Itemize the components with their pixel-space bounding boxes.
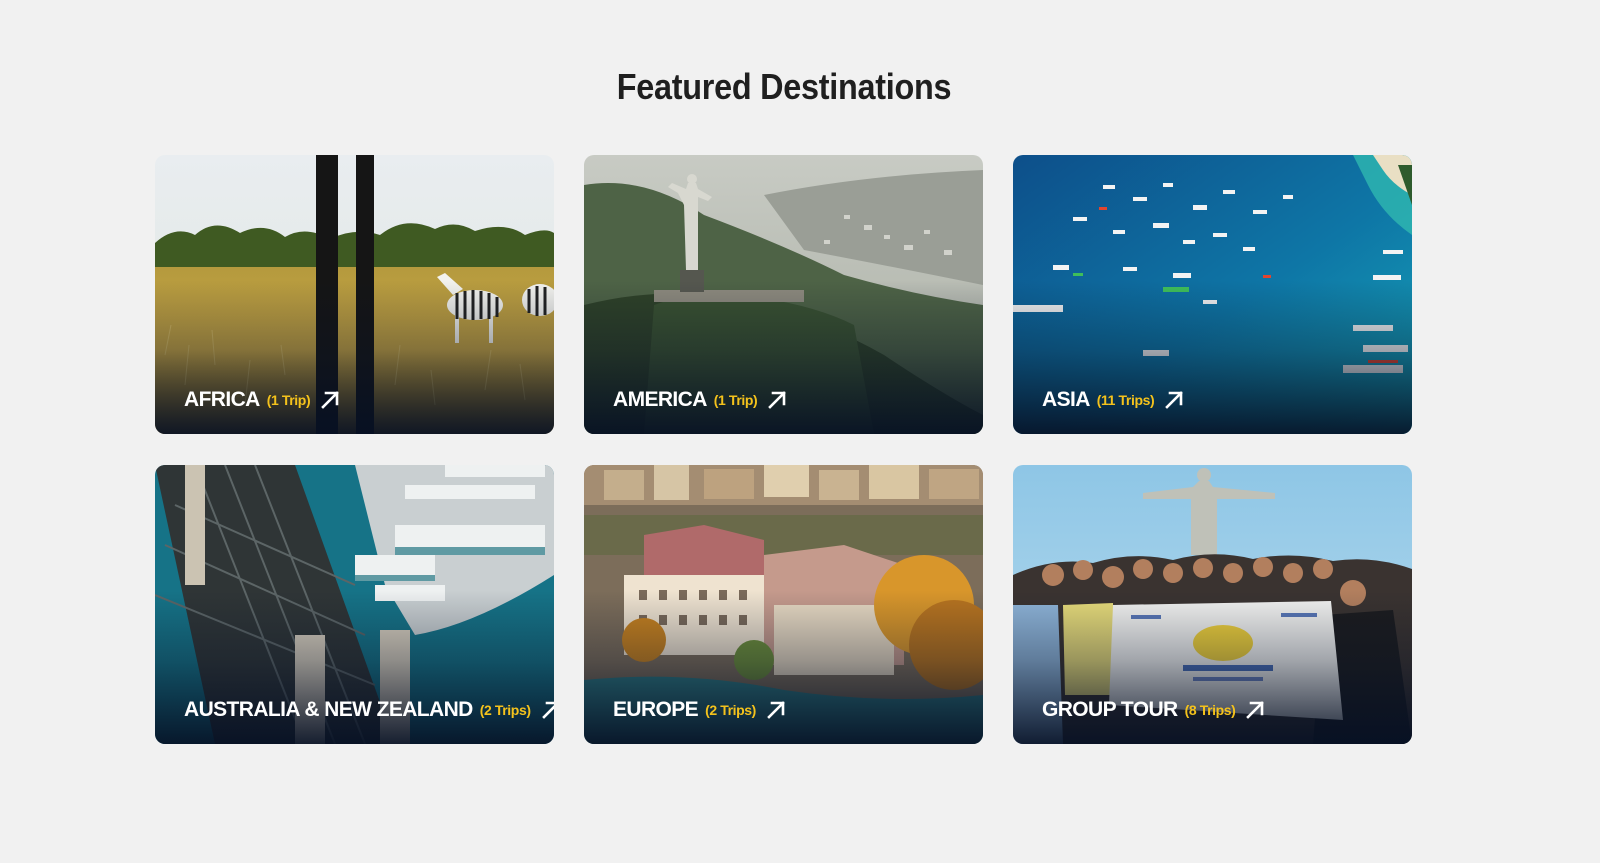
destination-name[interactable]: GROUP TOUR bbox=[1042, 698, 1178, 722]
trip-count: (1 Trip) bbox=[266, 392, 311, 408]
destination-name[interactable]: EUROPE bbox=[613, 698, 699, 722]
destination-name[interactable]: AUSTRALIA & NEW ZEALAND bbox=[184, 698, 473, 722]
trip-count: (11 Trips) bbox=[1096, 392, 1155, 408]
arrow-up-right-icon[interactable] bbox=[766, 389, 788, 411]
destination-card-america[interactable]: AMERICA (1 Trip) bbox=[584, 155, 983, 434]
destination-name[interactable]: ASIA bbox=[1042, 388, 1090, 412]
card-caption: EUROPE (2 Trips) bbox=[613, 698, 787, 722]
card-caption: GROUP TOUR (8 Trips) bbox=[1042, 698, 1266, 722]
arrow-up-right-icon[interactable] bbox=[1163, 389, 1185, 411]
arrow-up-right-icon[interactable] bbox=[319, 389, 341, 411]
card-caption: AUSTRALIA & NEW ZEALAND (2 Trips) bbox=[184, 698, 554, 722]
arrow-up-right-icon[interactable] bbox=[540, 699, 554, 721]
arrow-up-right-icon[interactable] bbox=[765, 699, 787, 721]
destination-name[interactable]: AFRICA bbox=[184, 388, 260, 412]
section-title: Featured Destinations bbox=[616, 66, 952, 107]
card-caption: AMERICA (1 Trip) bbox=[613, 388, 788, 412]
trip-count: (8 Trips) bbox=[1184, 702, 1236, 718]
trip-count: (1 Trip) bbox=[713, 392, 758, 408]
card-caption: ASIA (11 Trips) bbox=[1042, 388, 1185, 412]
arrow-up-right-icon[interactable] bbox=[1244, 699, 1266, 721]
featured-destinations-section: Featured Destinations AFRICA (1 Trip) AM… bbox=[0, 0, 1600, 863]
card-caption: AFRICA (1 Trip) bbox=[184, 388, 341, 412]
destination-card-europe[interactable]: EUROPE (2 Trips) bbox=[584, 465, 983, 744]
trip-count: (2 Trips) bbox=[479, 702, 531, 718]
destinations-grid: AFRICA (1 Trip) AMERICA (1 Trip) ASIA (1… bbox=[155, 155, 1412, 744]
destination-card-australia-new-zealand[interactable]: AUSTRALIA & NEW ZEALAND (2 Trips) bbox=[155, 465, 554, 744]
destination-name[interactable]: AMERICA bbox=[613, 388, 707, 412]
destination-card-group-tour[interactable]: GROUP TOUR (8 Trips) bbox=[1013, 465, 1412, 744]
destination-card-africa[interactable]: AFRICA (1 Trip) bbox=[155, 155, 554, 434]
destination-card-asia[interactable]: ASIA (11 Trips) bbox=[1013, 155, 1412, 434]
trip-count: (2 Trips) bbox=[705, 702, 756, 718]
